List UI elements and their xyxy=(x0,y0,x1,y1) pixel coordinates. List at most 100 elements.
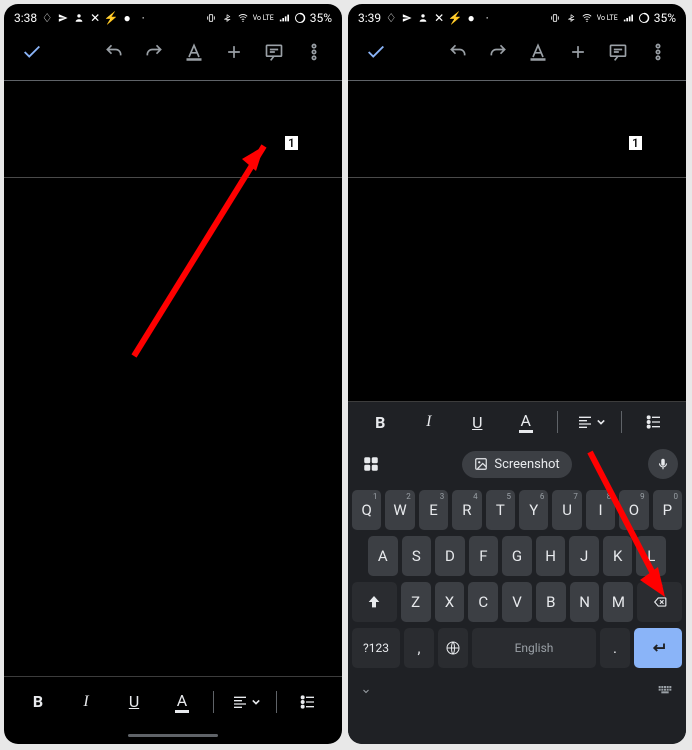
bold-button[interactable]: B xyxy=(363,405,397,439)
text-color-button[interactable]: A xyxy=(165,685,199,719)
language-key[interactable] xyxy=(438,628,468,668)
comma-key[interactable]: , xyxy=(404,628,434,668)
key-f[interactable]: F xyxy=(469,536,499,576)
key-m[interactable]: M xyxy=(603,582,633,622)
key-n[interactable]: N xyxy=(570,582,600,622)
done-button[interactable] xyxy=(356,32,396,72)
kb-settings-icon[interactable] xyxy=(658,680,674,699)
key-b[interactable]: B xyxy=(536,582,566,622)
phone-left: 3:38 ♢ ✕ ⚡ ● · Vo LTE 35% 1 xyxy=(4,4,342,744)
clock: 3:39 xyxy=(358,11,381,25)
key-row-2: ASDFGHJKL xyxy=(352,536,682,576)
app-toolbar xyxy=(348,30,686,74)
list-button[interactable] xyxy=(637,405,671,439)
key-c[interactable]: C xyxy=(468,582,498,622)
key-e[interactable]: 3E xyxy=(419,490,448,530)
overflow-button[interactable] xyxy=(638,32,678,72)
key-u[interactable]: 7U xyxy=(552,490,581,530)
wifi-icon xyxy=(237,12,249,24)
volte-label: Vo LTE xyxy=(597,15,618,22)
collapse-kb-icon[interactable] xyxy=(360,680,372,699)
italic-button[interactable]: I xyxy=(412,405,446,439)
nav-bar xyxy=(4,726,342,744)
done-button[interactable] xyxy=(12,32,52,72)
redo-button[interactable] xyxy=(134,32,174,72)
align-button[interactable] xyxy=(228,685,262,719)
bolt-icon: ⚡ xyxy=(105,12,117,24)
status-bar: 3:39 ♢ ✕ ⚡ ● · Vo LTE 35% xyxy=(348,4,686,30)
key-q[interactable]: 1Q xyxy=(352,490,381,530)
comment-button[interactable] xyxy=(254,32,294,72)
key-i[interactable]: 8I xyxy=(586,490,615,530)
insert-button[interactable] xyxy=(558,32,598,72)
redo-button[interactable] xyxy=(478,32,518,72)
document-canvas[interactable]: 1 xyxy=(4,81,342,676)
page-rule xyxy=(4,177,342,178)
suggestion-chip[interactable]: Screenshot xyxy=(462,451,571,478)
key-o[interactable]: 9O xyxy=(619,490,648,530)
bluetooth-icon xyxy=(221,12,233,24)
undo-button[interactable] xyxy=(94,32,134,72)
nav-handle[interactable] xyxy=(128,734,218,737)
underline-button[interactable]: U xyxy=(460,405,494,439)
vibrate-icon xyxy=(205,12,217,24)
clock: 3:38 xyxy=(14,11,37,25)
enter-key[interactable] xyxy=(634,628,682,668)
symbols-key[interactable]: ?123 xyxy=(352,628,400,668)
separator xyxy=(621,411,622,433)
comment-button[interactable] xyxy=(598,32,638,72)
format-bar: B I U A xyxy=(4,676,342,726)
text-format-button[interactable] xyxy=(174,32,214,72)
image-icon xyxy=(474,457,488,471)
text-format-button[interactable] xyxy=(518,32,558,72)
page-rule xyxy=(348,177,686,178)
separator xyxy=(276,691,277,713)
italic-button[interactable]: I xyxy=(69,685,103,719)
document-canvas[interactable]: 1 xyxy=(348,81,686,401)
keyboard-footer xyxy=(348,678,686,700)
key-r[interactable]: 4R xyxy=(452,490,481,530)
space-key[interactable]: English xyxy=(472,628,596,668)
key-x[interactable]: X xyxy=(435,582,465,622)
keyboard-panel: B I U A Screenshot 1Q2W3E4R5T6Y7U8I9O0P … xyxy=(348,401,686,744)
shift-key[interactable] xyxy=(352,582,397,622)
volte-label: Vo LTE xyxy=(253,15,274,22)
circle-icon: ● xyxy=(465,12,477,24)
suggestion-label: Screenshot xyxy=(494,457,559,472)
period-key[interactable]: . xyxy=(600,628,630,668)
battery-pct: 35% xyxy=(654,11,676,25)
key-l[interactable]: L xyxy=(636,536,666,576)
text-cursor xyxy=(640,136,641,150)
person-icon xyxy=(73,12,85,24)
key-h[interactable]: H xyxy=(536,536,566,576)
list-button[interactable] xyxy=(291,685,325,719)
key-w[interactable]: 2W xyxy=(385,490,414,530)
key-p[interactable]: 0P xyxy=(653,490,682,530)
key-d[interactable]: D xyxy=(435,536,465,576)
battery-icon xyxy=(294,12,306,24)
overflow-button[interactable] xyxy=(294,32,334,72)
key-j[interactable]: J xyxy=(569,536,599,576)
key-t[interactable]: 5T xyxy=(486,490,515,530)
align-button[interactable] xyxy=(573,405,607,439)
grid-menu-icon[interactable] xyxy=(356,449,386,479)
key-y[interactable]: 6Y xyxy=(519,490,548,530)
insert-button[interactable] xyxy=(214,32,254,72)
text-cursor xyxy=(296,136,297,150)
key-a[interactable]: A xyxy=(368,536,398,576)
send-icon xyxy=(57,12,69,24)
text-color-button[interactable]: A xyxy=(509,405,543,439)
key-v[interactable]: V xyxy=(502,582,532,622)
keyboard: 1Q2W3E4R5T6Y7U8I9O0P ASDFGHJKL ZXCVBNM ?… xyxy=(348,486,686,678)
underline-button[interactable]: U xyxy=(117,685,151,719)
key-s[interactable]: S xyxy=(402,536,432,576)
key-z[interactable]: Z xyxy=(401,582,431,622)
undo-button[interactable] xyxy=(438,32,478,72)
bold-button[interactable]: B xyxy=(21,685,55,719)
key-k[interactable]: K xyxy=(603,536,633,576)
mic-button[interactable] xyxy=(648,449,678,479)
signal-icon xyxy=(278,12,290,24)
person-icon xyxy=(417,12,429,24)
key-g[interactable]: G xyxy=(502,536,532,576)
backspace-key[interactable] xyxy=(637,582,682,622)
